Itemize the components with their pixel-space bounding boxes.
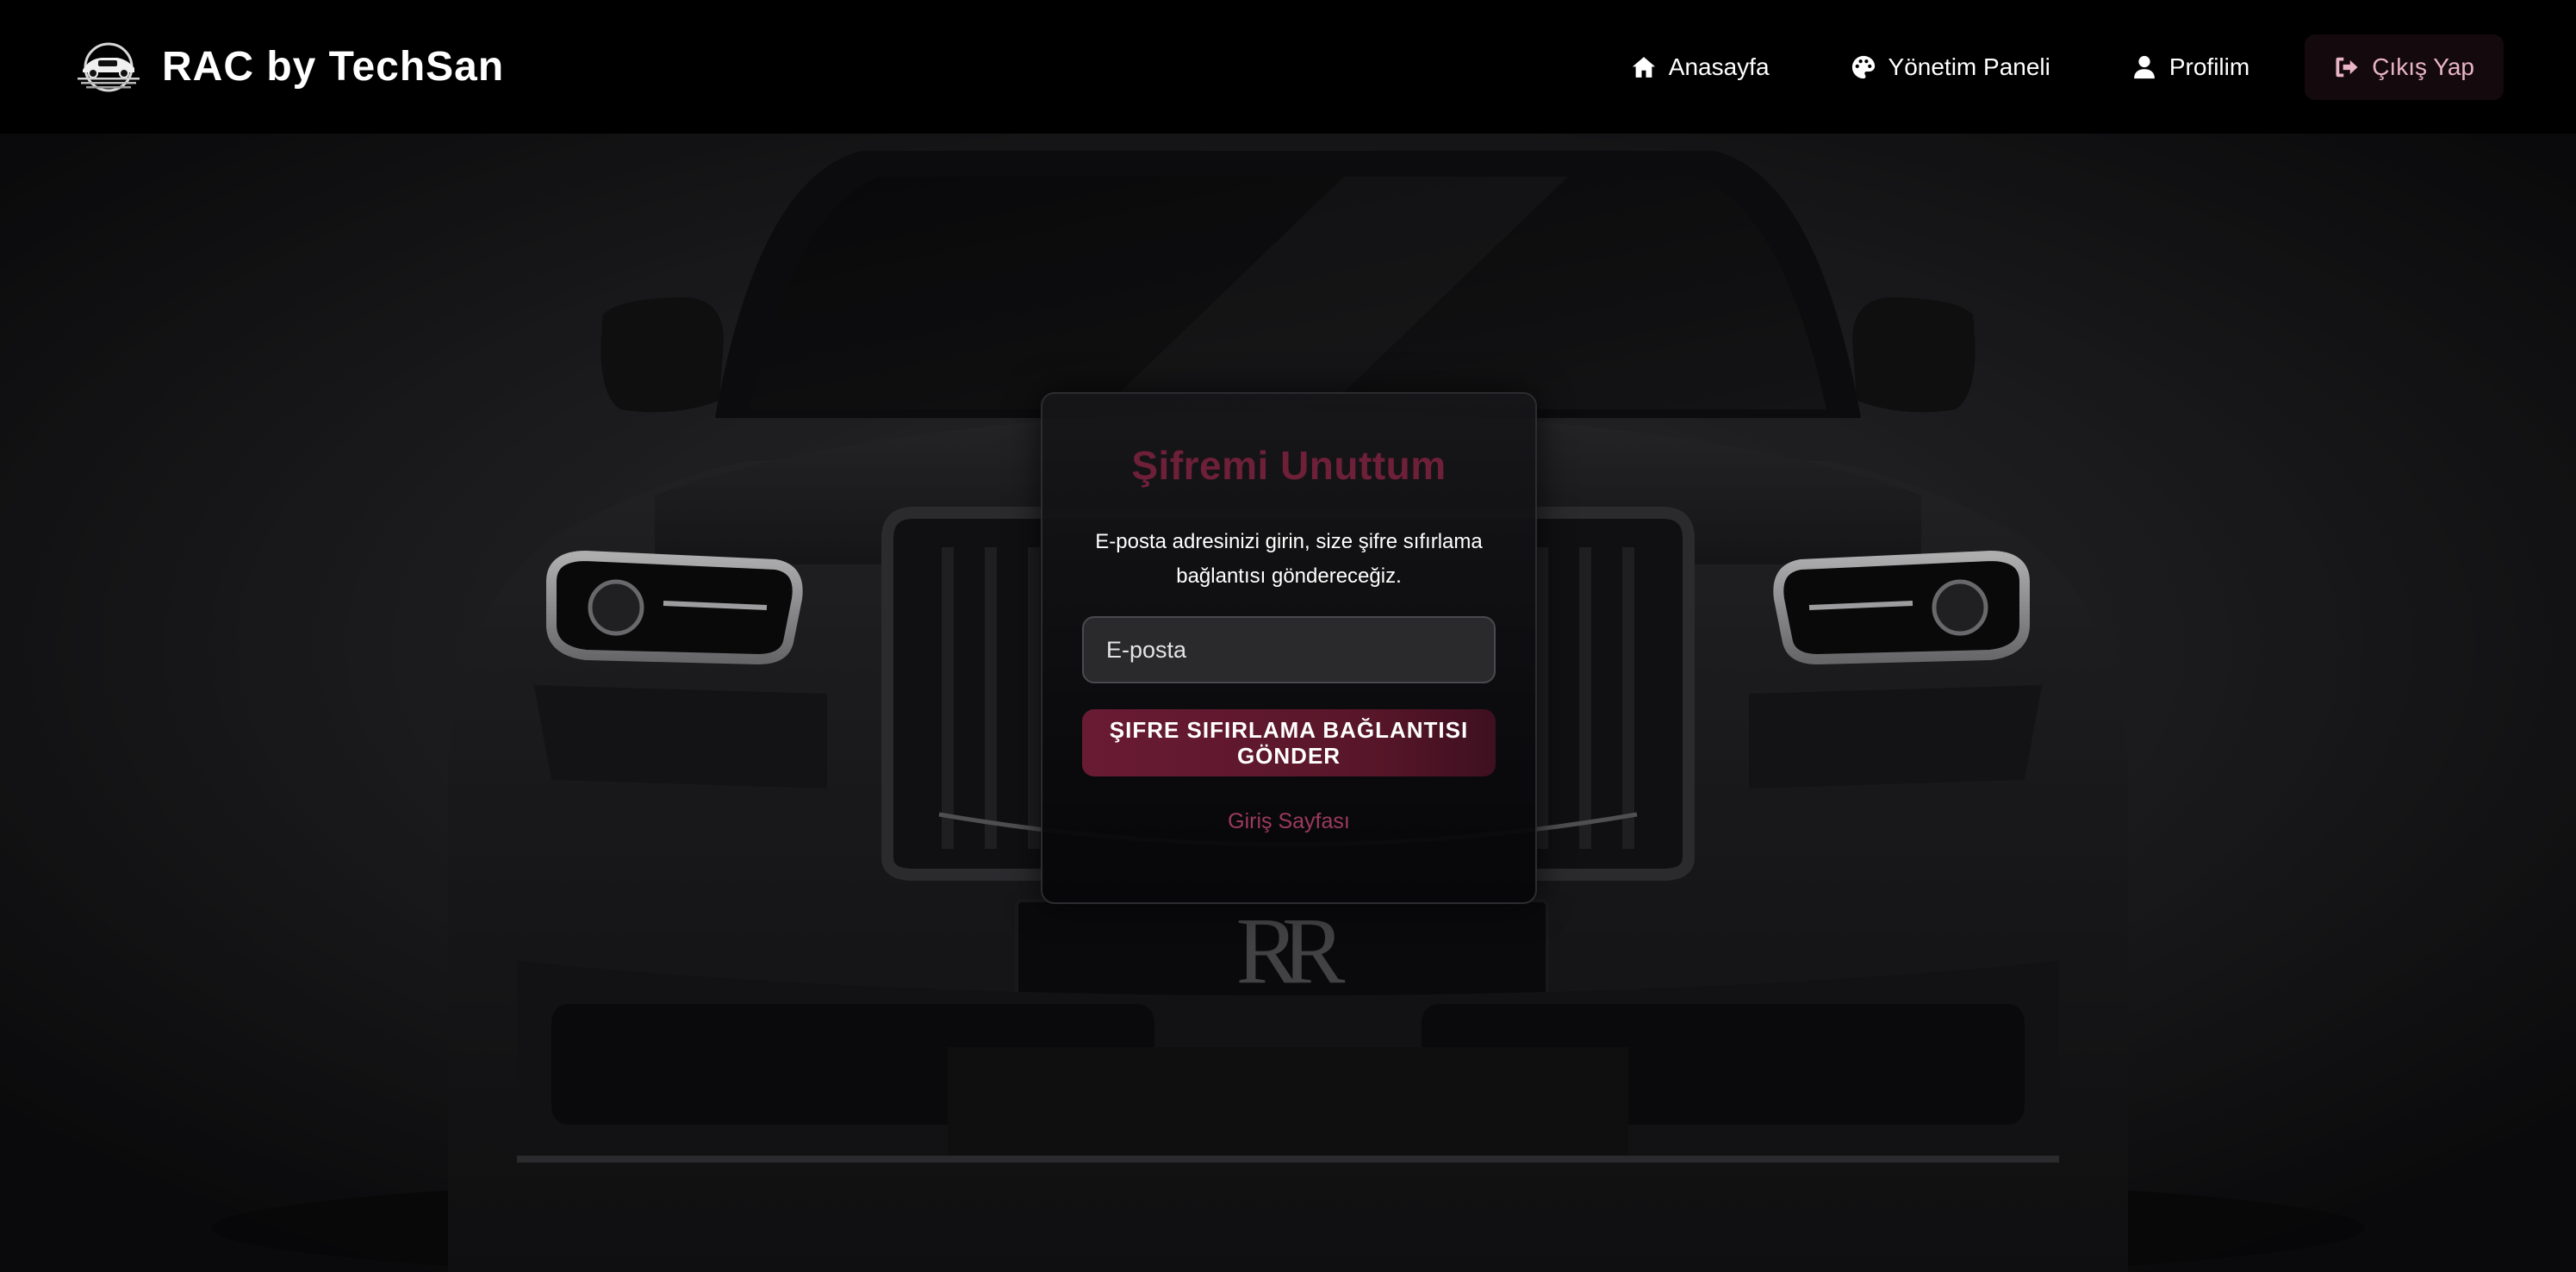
nav-logout-button[interactable]: Çıkış Yap [2305, 34, 2504, 100]
send-reset-link-button[interactable]: ŞIFRE SIFIRLAMA BAĞLANTISI GÖNDER [1082, 709, 1496, 776]
home-icon [1632, 56, 1655, 78]
navbar: RAC by TechSan Anasayfa Yönetim Paneli P… [0, 0, 2576, 134]
nav-profile-label: Profilim [2168, 53, 2250, 80]
card-description: E-posta adresinizi girin, size şifre sıf… [1095, 530, 1483, 588]
nav-links: Anasayfa Yönetim Paneli Profilim Çıkış Y… [1605, 34, 2504, 100]
nav-logout-label: Çıkış Yap [2372, 53, 2474, 80]
nav-home-label: Anasayfa [1668, 53, 1770, 80]
brand-name: RAC by TechSan [162, 44, 505, 90]
nav-home[interactable]: Anasayfa [1605, 38, 1795, 97]
nav-profile[interactable]: Profilim [2106, 38, 2275, 97]
card-title: Şifremi Unuttum [1131, 443, 1447, 488]
forgot-password-page: RAC by TechSan Anasayfa Yönetim Paneli P… [0, 0, 2576, 1272]
car-logo-icon [78, 42, 140, 91]
nav-admin-panel[interactable]: Yönetim Paneli [1825, 38, 2076, 97]
brand[interactable]: RAC by TechSan [74, 41, 504, 93]
email-input[interactable] [1082, 616, 1496, 683]
login-page-link[interactable]: Giriş Sayfası [1228, 809, 1350, 834]
palette-icon [1851, 55, 1875, 78]
logout-icon [2336, 57, 2358, 77]
user-icon [2133, 55, 2155, 78]
forgot-password-card: Şifremi Unuttum E-posta adresinizi girin… [1041, 392, 1537, 904]
nav-admin-panel-label: Yönetim Paneli [1888, 53, 2050, 80]
